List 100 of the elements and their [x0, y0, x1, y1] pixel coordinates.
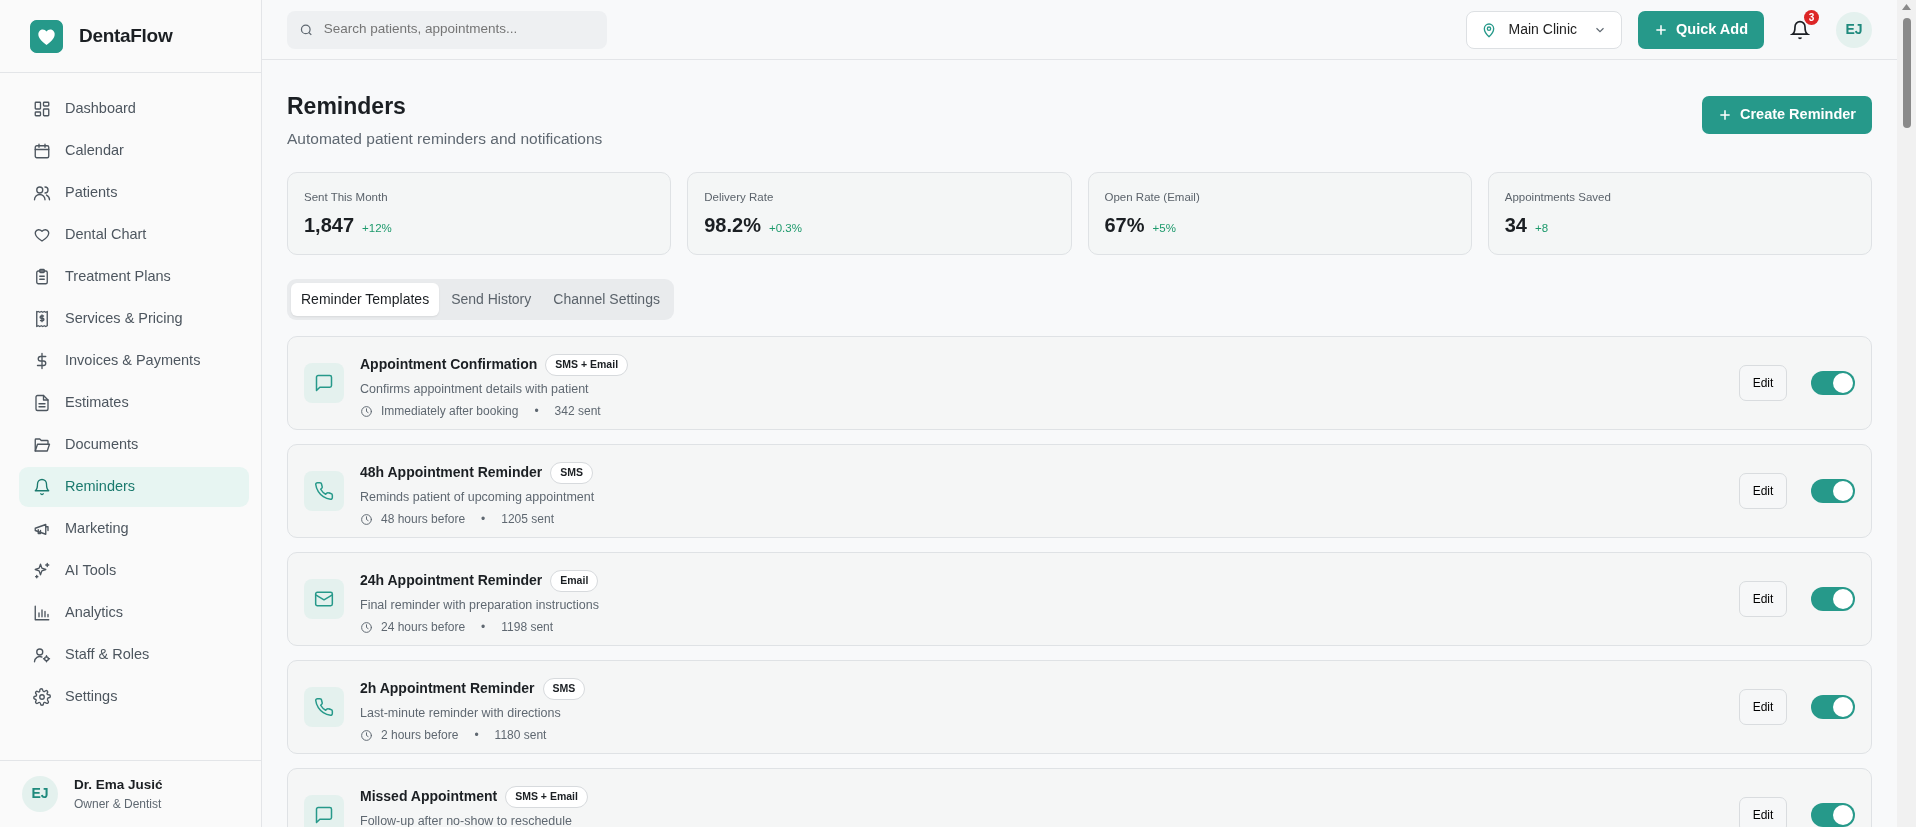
sidebar-item[interactable]: Services & Pricing — [19, 299, 249, 339]
template-timing: Immediately after booking — [381, 403, 519, 421]
settings-icon — [33, 688, 51, 706]
bar-chart-icon — [33, 604, 51, 622]
clinic-selector[interactable]: Main Clinic — [1465, 10, 1622, 49]
sidebar-item[interactable]: Calendar — [19, 131, 249, 171]
bell-icon — [33, 478, 51, 496]
edit-button[interactable]: Edit — [1739, 688, 1787, 725]
toggle-switch[interactable] — [1811, 586, 1855, 611]
stat-value: 1,847 — [304, 213, 355, 239]
edit-button[interactable]: Edit — [1739, 796, 1787, 827]
phone-icon — [314, 480, 334, 501]
tab[interactable]: Channel Settings — [543, 282, 670, 316]
heart-logo — [30, 19, 63, 53]
template-timing: 24 hours before — [381, 619, 466, 637]
sent-count: 1205 sent — [501, 511, 554, 529]
scrollbar-thumb[interactable] — [1902, 18, 1911, 128]
sent-count: 342 sent — [554, 403, 601, 421]
tab[interactable]: Reminder Templates — [291, 282, 440, 316]
template-description: Confirms appointment details with patient — [360, 380, 590, 398]
page-title: Reminders — [287, 93, 407, 121]
folder-icon — [33, 436, 51, 454]
template-title: Appointment Confirmation — [360, 355, 538, 375]
template-title: 24h Appointment Reminder — [360, 571, 543, 591]
edit-button[interactable]: Edit — [1739, 472, 1787, 509]
stat-value: 98.2% — [704, 213, 761, 239]
template-title: 48h Appointment Reminder — [360, 463, 543, 483]
clipboard-icon — [33, 268, 51, 286]
separator-dot: • — [481, 619, 486, 637]
stat-value: 34 — [1504, 213, 1527, 239]
toggle-switch[interactable] — [1811, 478, 1855, 503]
phone-icon — [314, 696, 334, 717]
channel-tag: SMS — [542, 677, 586, 700]
user-avatar[interactable]: EJ — [1836, 11, 1872, 48]
edit-button[interactable]: Edit — [1739, 364, 1787, 401]
sidebar-item[interactable]: Staff & Roles — [19, 635, 249, 675]
separator-dot: • — [474, 727, 479, 745]
sidebar-item[interactable]: Analytics — [19, 593, 249, 633]
user-role: Owner & Dentist — [74, 796, 163, 813]
calendar-icon — [33, 142, 51, 160]
template-description: Final reminder with preparation instructions — [360, 596, 600, 614]
chat-bubble-icon — [314, 372, 334, 393]
sidebar-item[interactable]: Documents — [19, 425, 249, 465]
document-icon — [33, 394, 51, 412]
separator-dot: • — [534, 403, 539, 421]
clock-icon — [360, 620, 373, 634]
tab[interactable]: Send History — [441, 282, 542, 316]
sidebar-item[interactable]: Dental Chart — [19, 215, 249, 255]
stat-change: +5% — [1152, 221, 1176, 237]
sidebar-item[interactable]: Dashboard — [19, 89, 249, 129]
sidebar-item[interactable]: Marketing — [19, 509, 249, 549]
sidebar-item[interactable]: Settings — [19, 677, 249, 717]
template-description: Follow-up after no-show to reschedule — [360, 812, 573, 827]
channel-tag: SMS + Email — [545, 353, 629, 376]
edit-button[interactable]: Edit — [1739, 580, 1787, 617]
user-gear-icon — [33, 646, 51, 664]
stat-change: +0.3% — [768, 221, 802, 237]
sidebar-item[interactable]: AI Tools — [19, 551, 249, 591]
chat-bubble-icon — [314, 804, 334, 825]
search-field[interactable]: Search patients, appointments... — [287, 10, 607, 49]
stat-label: Appointments Saved — [1504, 189, 1612, 205]
search-input[interactable]: Search patients, appointments... — [321, 18, 595, 41]
sidebar-item[interactable]: Reminders — [19, 467, 249, 507]
template-title: Missed Appointment — [360, 787, 498, 807]
sidebar-item[interactable]: Estimates — [19, 383, 249, 423]
user-avatar[interactable]: EJ — [22, 775, 58, 812]
scroll-up-arrow-icon[interactable] — [1902, 4, 1911, 10]
scrollbar[interactable] — [1897, 0, 1916, 827]
create-reminder-button[interactable]: Create Reminder — [1701, 96, 1872, 135]
receipt-icon — [33, 310, 51, 328]
channel-tag: SMS + Email — [505, 785, 588, 808]
clock-icon — [360, 512, 373, 526]
quick-add-button[interactable]: Quick Add — [1638, 10, 1764, 49]
clock-icon — [360, 728, 373, 742]
sidebar-item[interactable]: Treatment Plans — [19, 257, 249, 297]
clock-icon — [360, 404, 373, 418]
template-timing: 2 hours before — [381, 727, 459, 745]
sidebar-item[interactable]: Patients — [19, 173, 249, 213]
dashboard-icon — [33, 100, 51, 118]
heart-icon — [33, 226, 51, 244]
template-description: Last-minute reminder with directions — [360, 704, 562, 722]
stat-change: +12% — [362, 221, 392, 237]
brand-name: DentaFlow — [79, 23, 173, 48]
notification-bell-icon[interactable] — [1790, 19, 1810, 40]
stat-change: +8 — [1535, 221, 1549, 237]
page-subtitle: Automated patient reminders and notifications — [287, 128, 603, 149]
stat-value: 67% — [1104, 213, 1145, 239]
template-title: 2h Appointment Reminder — [360, 679, 535, 699]
plus-icon — [1654, 22, 1668, 37]
toggle-switch[interactable] — [1811, 694, 1855, 719]
channel-tag: Email — [550, 569, 599, 592]
sidebar-item[interactable]: Invoices & Payments — [19, 341, 249, 381]
stat-label: Sent This Month — [304, 189, 389, 205]
user-name: Dr. Ema Jusić — [74, 775, 163, 794]
notification-count: 3 — [1804, 9, 1819, 25]
toggle-switch[interactable] — [1811, 802, 1855, 827]
toggle-switch[interactable] — [1811, 370, 1855, 395]
template-timing: 48 hours before — [381, 511, 466, 529]
separator-dot: • — [481, 511, 486, 529]
sent-count: 1180 sent — [494, 727, 547, 745]
